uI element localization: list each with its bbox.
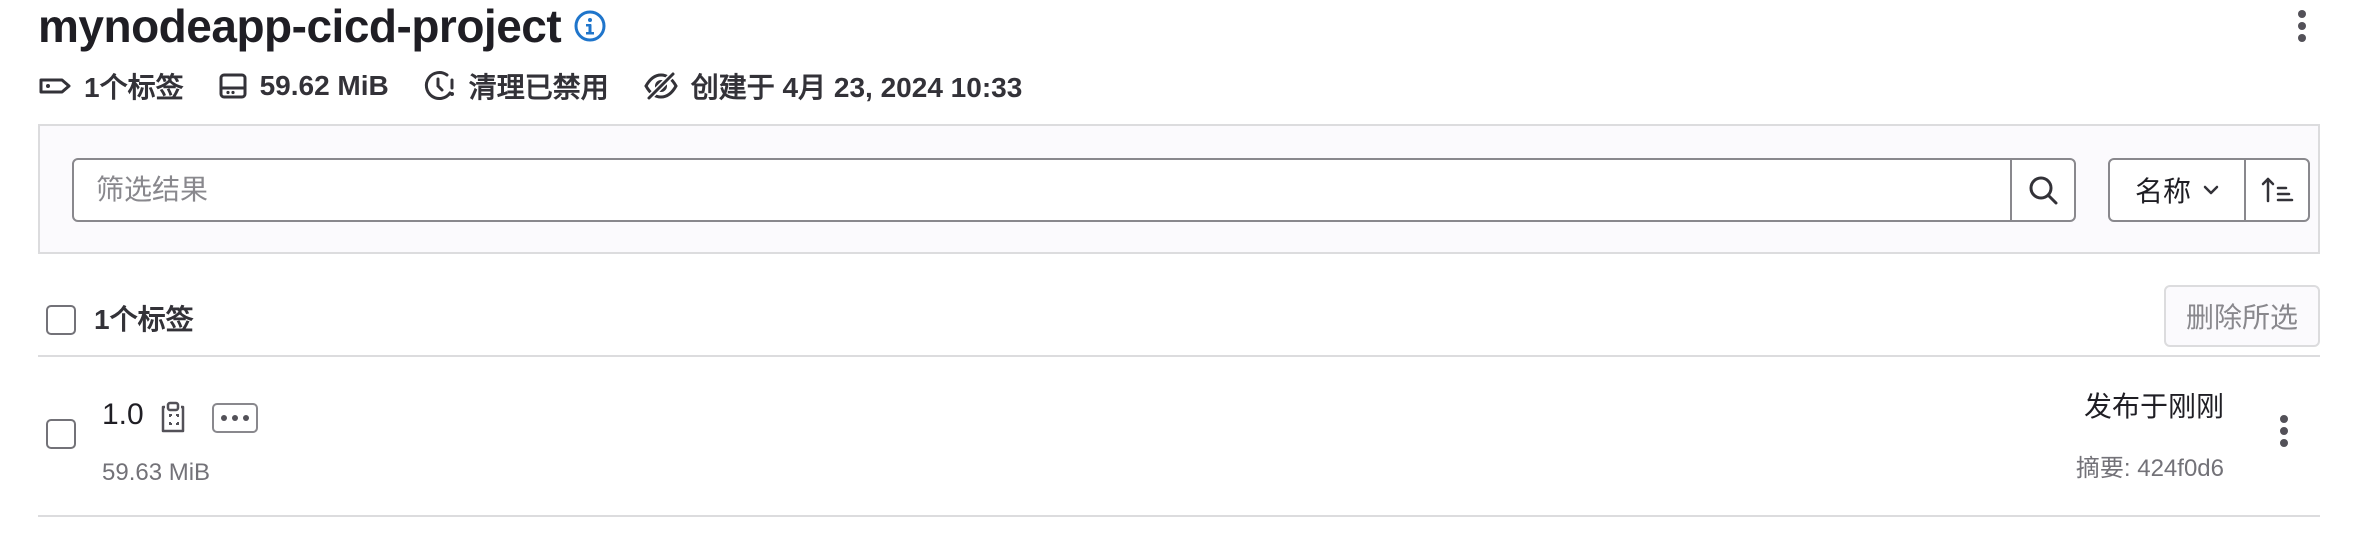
sort-control: 名称 — [2108, 158, 2310, 222]
sort-lowest-icon — [2261, 177, 2294, 203]
delete-selected-button[interactable]: 删除所选 — [2164, 285, 2320, 347]
select-all-checkbox[interactable] — [46, 305, 76, 335]
tag-published: 发布于刚刚 — [2083, 391, 2224, 422]
meta-created: 创建于 4月 23, 2024 10:33 — [643, 66, 1023, 106]
meta-cleanup-label: 清理已禁用 — [468, 72, 609, 103]
meta-size: 59.62 MiB — [218, 70, 389, 102]
expand-details-button[interactable] — [212, 403, 258, 433]
page-title: mynodeapp-cicd-project — [38, 0, 562, 52]
title-row: mynodeapp-cicd-project — [38, 0, 607, 52]
page-header: mynodeapp-cicd-project 1个标签 59.62 MiB 清理… — [38, 0, 2322, 120]
meta-tags: 1个标签 — [38, 66, 184, 106]
eye-slash-icon — [644, 71, 678, 101]
chevron-down-icon — [2203, 185, 2219, 195]
info-icon[interactable] — [573, 9, 607, 43]
copy-tag-button[interactable] — [156, 397, 190, 437]
tag-digest: 摘要: 424f0d6 — [2075, 455, 2224, 482]
more-actions-button[interactable] — [2282, 6, 2322, 46]
container-tag-page: mynodeapp-cicd-project 1个标签 59.62 MiB 清理… — [38, 0, 2322, 517]
tag-row-checkbox[interactable] — [46, 419, 76, 449]
tag-icon — [39, 78, 71, 94]
meta-tags-label: 1个标签 — [84, 72, 184, 103]
clock-schedule-icon — [424, 71, 454, 100]
kebab-vertical-icon — [2298, 10, 2306, 42]
disk-icon — [219, 73, 247, 99]
copy-to-clipboard-icon — [161, 401, 185, 433]
search-button[interactable] — [2010, 160, 2074, 220]
meta-size-label: 59.62 MiB — [259, 70, 389, 101]
tag-row: 1.0 59.63 MiB 发布于刚刚 摘要: 424f0d6 — [38, 357, 2320, 517]
meta-row: 1个标签 59.62 MiB 清理已禁用 创建于 4月 23, 2024 10:… — [38, 66, 1056, 106]
sort-by-label: 名称 — [2134, 176, 2191, 207]
ellipsis-icon — [221, 415, 227, 421]
tag-name: 1.0 — [102, 398, 144, 431]
sort-direction-button[interactable] — [2244, 160, 2308, 220]
tag-size: 59.63 MiB — [102, 459, 211, 486]
meta-cleanup: 清理已禁用 — [423, 66, 609, 106]
search-icon — [2029, 176, 2058, 205]
tag-actions-button[interactable] — [2264, 411, 2304, 451]
search-input[interactable] — [74, 160, 2010, 220]
kebab-vertical-icon — [2280, 415, 2288, 447]
filter-bar: 名称 — [38, 124, 2320, 254]
search-box — [72, 158, 2076, 222]
sort-by-dropdown[interactable]: 名称 — [2110, 160, 2244, 220]
meta-created-label: 创建于 4月 23, 2024 10:33 — [690, 72, 1023, 103]
tags-list-header: 1个标签 删除所选 — [38, 285, 2320, 357]
tags-count: 1个标签 — [94, 304, 194, 335]
